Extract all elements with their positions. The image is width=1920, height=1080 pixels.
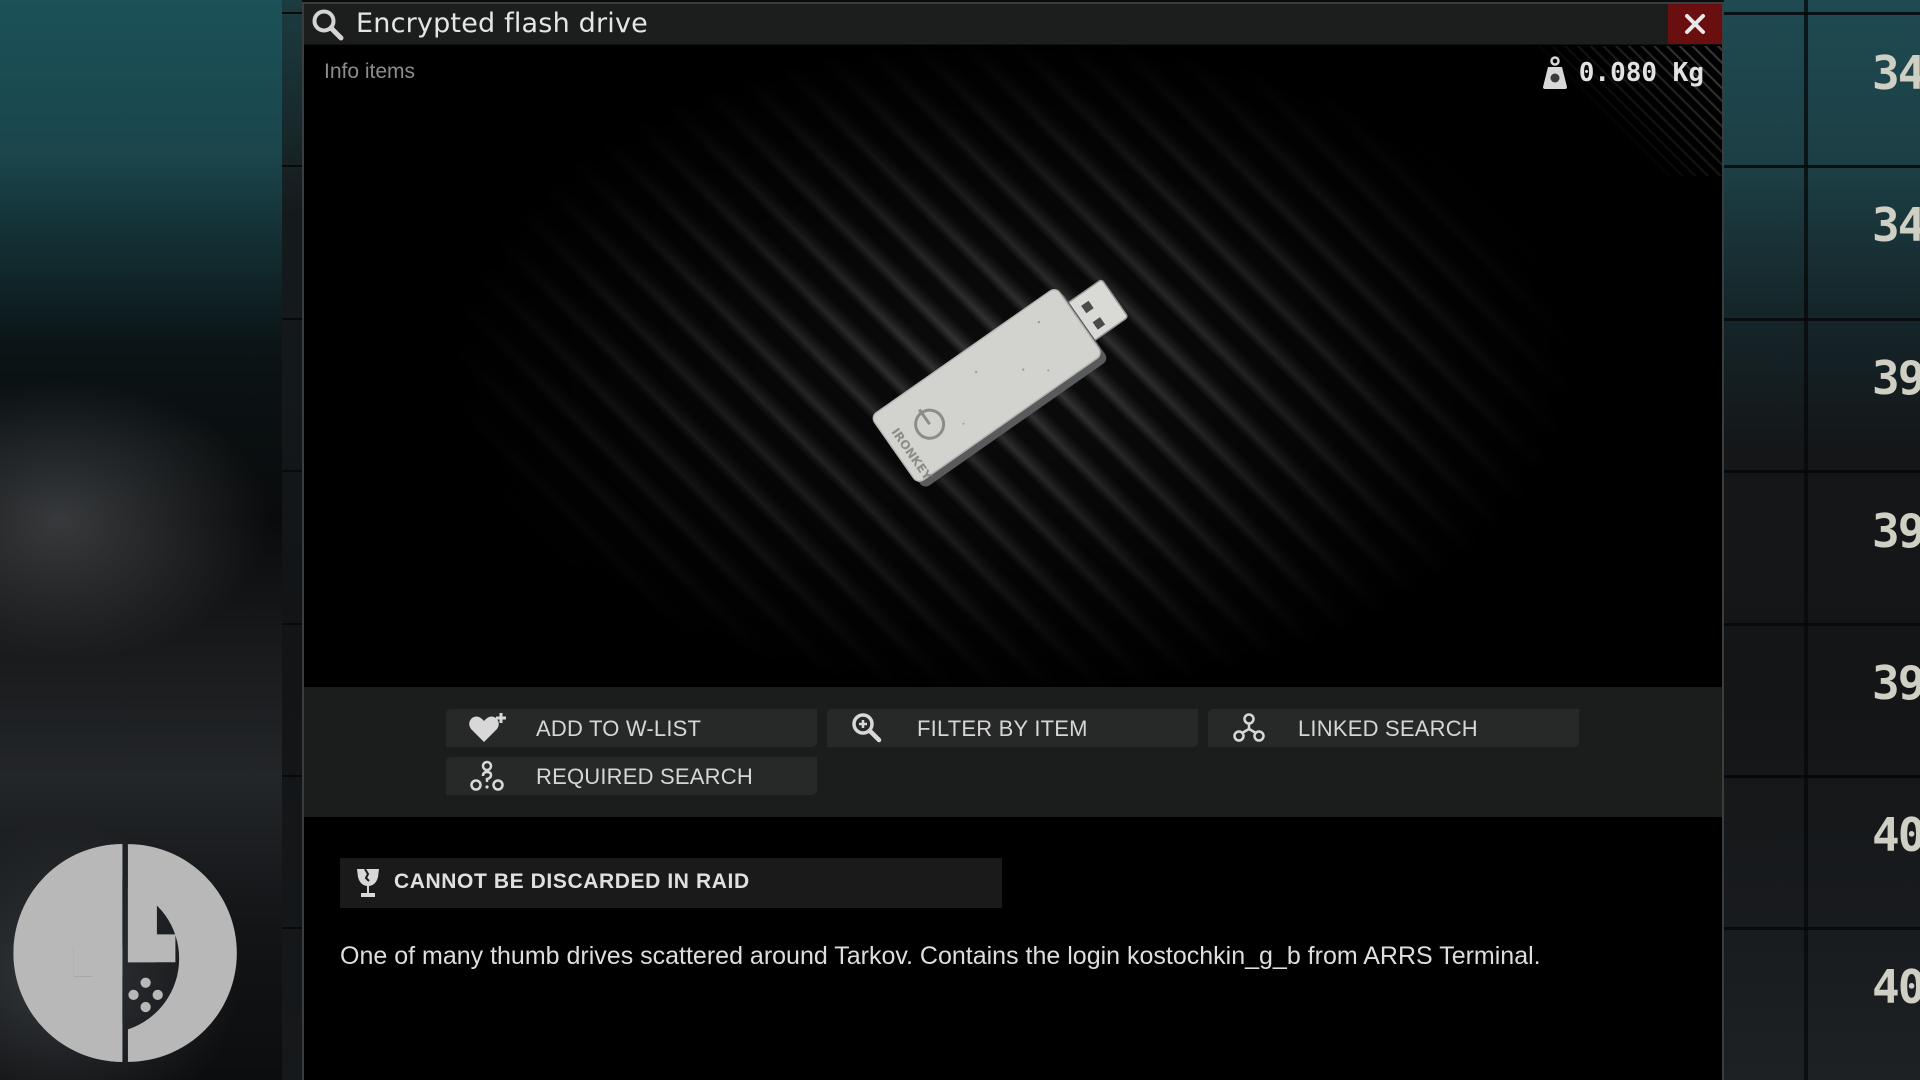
- row-divider: [282, 165, 302, 167]
- item-category: Info items: [324, 60, 416, 83]
- item-actions-panel: ADD TO W-LIST FILTER BY ITEM LINKED SEAR…: [304, 687, 1722, 817]
- item-description: One of many thumb drives scattered aroun…: [340, 942, 1541, 970]
- linked-search-button[interactable]: LINKED SEARCH: [1208, 709, 1579, 747]
- required-search-label: REQUIRED SEARCH: [536, 764, 753, 789]
- heart-plus-icon: [469, 713, 506, 742]
- row-divider: [1724, 927, 1920, 930]
- price-cell[interactable]: 399: [1872, 504, 1920, 564]
- weight-value: 0.080 Kg: [1578, 58, 1704, 88]
- required-nodes-icon: [470, 760, 504, 791]
- weight-icon: [1542, 56, 1567, 89]
- filter-by-item-label: FILTER BY ITEM: [917, 716, 1088, 741]
- close-icon: [1685, 14, 1705, 34]
- no-discard-badge: CANNOT BE DISCARDED IN RAID: [340, 858, 1002, 908]
- row-divider: [1724, 318, 1920, 321]
- required-search-button[interactable]: REQUIRED SEARCH: [446, 757, 817, 795]
- column-divider: [1804, 0, 1808, 1080]
- dialog-title: Encrypted flash drive: [356, 8, 648, 39]
- zoom-in-icon: [852, 713, 882, 743]
- row-divider: [282, 318, 302, 320]
- close-button[interactable]: [1668, 4, 1722, 44]
- price-cell[interactable]: 349: [1872, 198, 1920, 258]
- row-divider: [282, 927, 302, 929]
- row-divider: [1724, 12, 1920, 15]
- filter-by-item-button[interactable]: FILTER BY ITEM: [827, 709, 1198, 747]
- price-cell[interactable]: 345: [1872, 46, 1920, 106]
- linked-nodes-icon: [1233, 713, 1265, 742]
- price-cell[interactable]: 400: [1872, 808, 1920, 868]
- search-icon: [312, 9, 344, 41]
- row-divider: [282, 12, 302, 14]
- price-cell[interactable]: 390: [1872, 351, 1920, 411]
- no-discard-label: CANNOT BE DISCARDED IN RAID: [394, 870, 750, 893]
- row-divider: [282, 623, 302, 625]
- background-table-left-column: [282, 0, 302, 1080]
- price-cell[interactable]: 400: [1872, 960, 1920, 1020]
- row-divider: [1724, 470, 1920, 473]
- row-divider: [282, 775, 302, 777]
- row-divider: [282, 470, 302, 472]
- item-weight: 0.080 Kg: [1541, 56, 1704, 90]
- flash-drive-image: IRONKEY: [872, 279, 1128, 487]
- gd-logo-icon: [13, 844, 237, 1062]
- background-price-table: 345 349 390 399 399 400 400: [1724, 0, 1920, 1080]
- linked-search-label: LINKED SEARCH: [1298, 716, 1478, 741]
- row-divider: [1724, 623, 1920, 626]
- broken-glass-icon: [357, 868, 379, 897]
- add-to-wishlist-label: ADD TO W-LIST: [536, 716, 702, 741]
- add-to-wishlist-button[interactable]: ADD TO W-LIST: [446, 709, 817, 747]
- item-preview-area: Info items 0.080 Kg IRONKEY: [304, 46, 1722, 687]
- item-inspect-dialog: Encrypted flash drive Info items 0.080 K…: [302, 2, 1724, 1080]
- row-divider: [1724, 165, 1920, 168]
- dialog-titlebar[interactable]: Encrypted flash drive: [304, 4, 1722, 45]
- price-cell[interactable]: 399: [1872, 656, 1920, 716]
- row-divider: [1724, 775, 1920, 778]
